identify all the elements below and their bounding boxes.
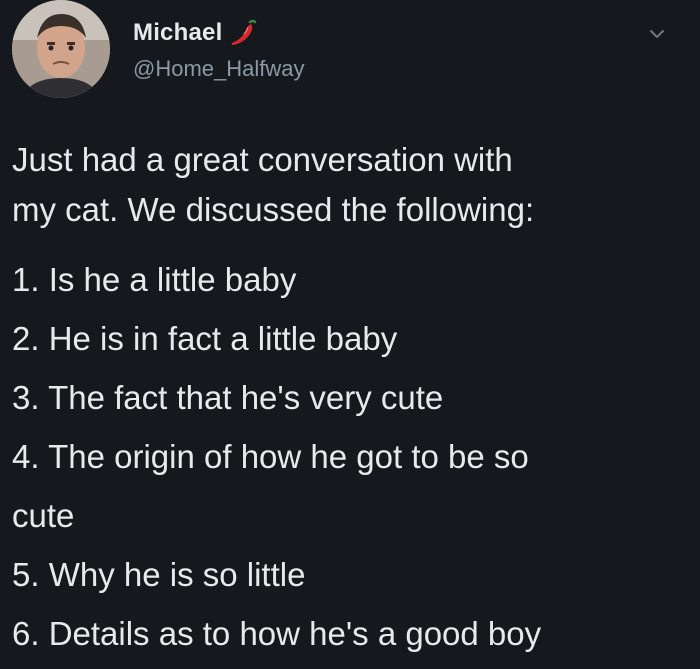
display-name[interactable]: Michael	[133, 19, 222, 47]
avatar[interactable]	[12, 0, 110, 98]
tweet-intro-line: Just had a great conversation with	[12, 141, 513, 178]
tweet-text: Just had a great conversation with my ca…	[12, 135, 692, 663]
user-name-row: Michael	[133, 18, 258, 48]
list-item: 5. Why he is so little	[12, 556, 306, 593]
list-item: 4. The origin of how he got to be so	[12, 438, 529, 475]
avatar-photo	[12, 0, 110, 98]
tweet-card: Michael @Home_Halfway Just had a great c…	[0, 0, 700, 669]
list-item: 1. Is he a little baby	[12, 261, 297, 298]
list-item: 2. He is in fact a little baby	[12, 320, 398, 357]
chili-pepper-icon	[228, 18, 258, 48]
list-item: 6. Details as to how he's a good boy	[12, 615, 542, 652]
tweet-intro-line: my cat. We discussed the following:	[12, 191, 535, 228]
user-handle[interactable]: @Home_Halfway	[133, 56, 305, 82]
list-item: 3. The fact that he's very cute	[12, 379, 444, 416]
chevron-down-icon[interactable]	[645, 22, 669, 46]
list-item: cute	[12, 497, 75, 534]
